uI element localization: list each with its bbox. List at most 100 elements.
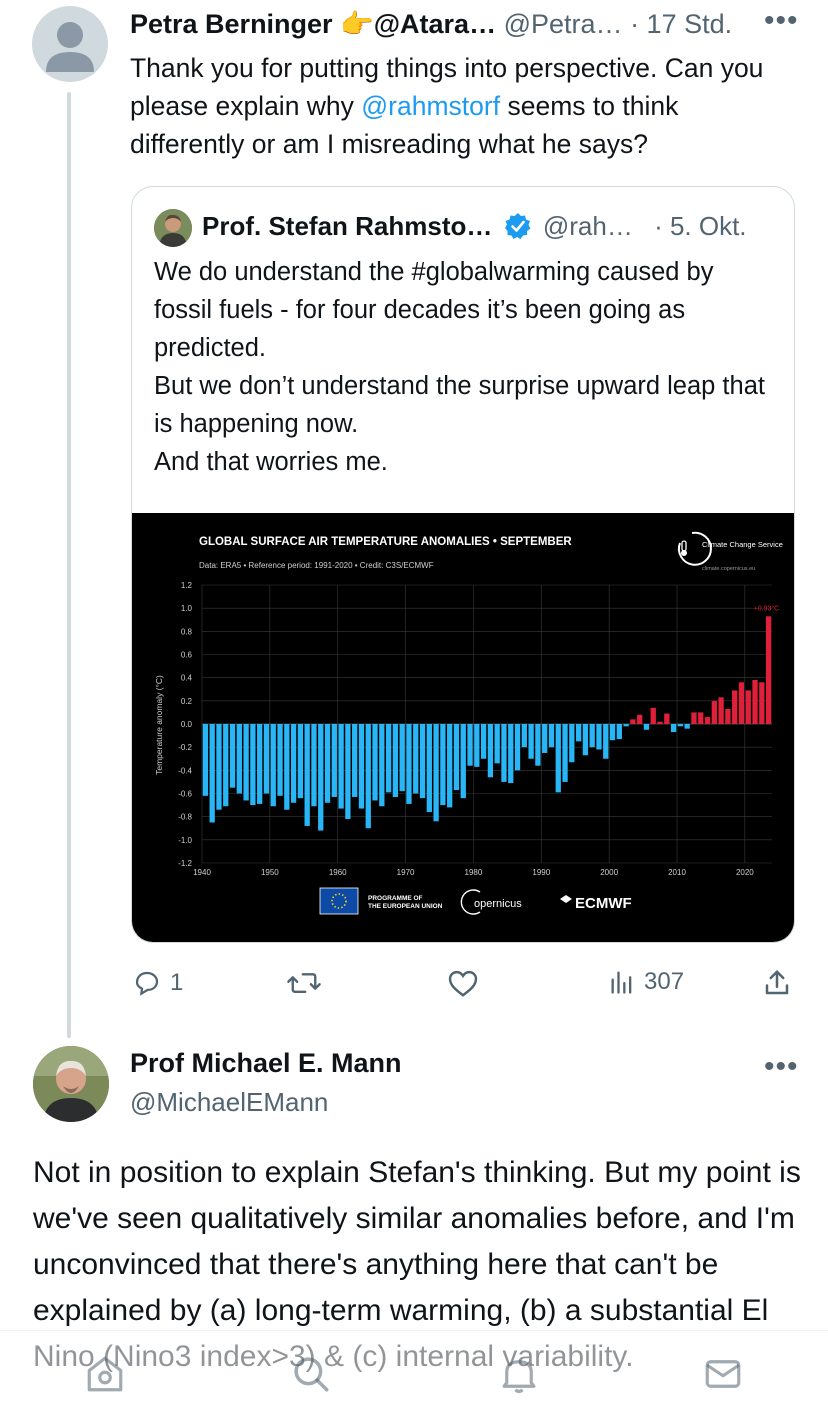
reply-tweet-header: Petra Berninger 👉@Atara… @Petra… · 17 St…: [130, 8, 732, 40]
messages-icon[interactable]: [702, 1353, 744, 1400]
chart-bar: [202, 724, 209, 796]
x-tick-label: 1980: [465, 868, 483, 877]
chart-bar: [433, 724, 439, 822]
chart-bar: [385, 724, 392, 793]
y-tick-label: 0.8: [181, 627, 193, 636]
share-button[interactable]: [762, 968, 792, 998]
chart-bar: [603, 724, 609, 759]
chart-bar: [528, 724, 534, 759]
chart-bar: [575, 724, 582, 742]
chart-bar: [345, 724, 351, 819]
chart-bar: [290, 724, 297, 803]
search-icon[interactable]: [290, 1353, 332, 1400]
y-tick-label: -0.6: [178, 790, 192, 799]
more-icon[interactable]: •••: [764, 4, 799, 38]
chart-bar: [372, 724, 378, 801]
chart-bar: [732, 690, 738, 724]
reply-display-name[interactable]: Petra Berninger: [130, 9, 333, 39]
chart-bar: [216, 724, 222, 810]
logo-text: Climate Change Service: [702, 540, 783, 549]
chart-bar: [474, 724, 480, 767]
reply-button[interactable]: 1: [132, 968, 183, 998]
x-tick-label: 2000: [600, 868, 618, 877]
ecmwf-logo: ECMWF: [560, 895, 632, 912]
chart-bar: [406, 724, 412, 804]
x-tick-label: 2020: [736, 868, 754, 877]
chart-bar: [569, 724, 575, 763]
x-tick-label: 1950: [261, 868, 279, 877]
default-avatar[interactable]: [32, 6, 108, 82]
views-button[interactable]: 307: [608, 968, 684, 996]
mann-display-name[interactable]: Prof Michael E. Mann: [130, 1048, 402, 1079]
chart-bar: [698, 712, 704, 724]
chart-bar: [643, 724, 650, 730]
chart-bar: [419, 724, 426, 799]
chart-bar: [623, 724, 629, 727]
chart-bar: [765, 616, 772, 724]
y-tick-labels: 1.2 1.0 0.8 0.6 0.4 0.2 0.0 -0.2 -0.4 -0.6 -0.8 -1.…: [178, 581, 192, 868]
y-tick-label: 0.6: [181, 651, 193, 660]
chart-bar: [535, 724, 541, 766]
chart-bar: [352, 724, 358, 797]
x-tick-label: 1960: [329, 868, 347, 877]
chart-bar: [521, 724, 527, 748]
home-icon[interactable]: [84, 1353, 126, 1400]
quoted-tweet-card[interactable]: Prof. Stefan Rahmsto… @rah… · 5. Okt. We…: [131, 186, 795, 943]
ecmwf-text: ECMWF: [575, 895, 632, 912]
y-tick-label: 0.4: [181, 674, 193, 683]
reply-icon: [135, 971, 159, 996]
chart-bar: [725, 708, 731, 724]
y-axis-label: Temperature anomaly (°C): [154, 675, 164, 775]
chart-image[interactable]: GLOBAL SURFACE AIR TEMPERATURE ANOMALIES…: [132, 513, 794, 942]
chart-bar: [263, 724, 270, 794]
quoted-handle: @rah…: [542, 211, 633, 241]
eu-programme-text: PROGRAMME OF THE EUROPEAN UNION: [368, 895, 443, 910]
share-icon: [765, 970, 789, 995]
chart-bar: [324, 724, 331, 803]
logo-url: climate.copernicus.eu: [702, 566, 755, 572]
chart-bar: [684, 724, 690, 729]
reply-time[interactable]: · 17 Std.: [630, 9, 732, 39]
mann-handle[interactable]: @MichaelEMann: [130, 1087, 328, 1118]
chart-bar: [379, 724, 385, 807]
chart-bar: [670, 724, 677, 733]
notifications-icon[interactable]: [498, 1353, 540, 1400]
chart-bar: [609, 724, 616, 741]
chart-bar: [277, 724, 283, 796]
retweet-button[interactable]: [286, 968, 322, 998]
chart-bar: [514, 724, 521, 771]
reply-name-suffix[interactable]: 👉@Atara…: [340, 9, 496, 39]
y-tick-label: -0.2: [178, 743, 192, 752]
chart-bar: [331, 724, 337, 797]
more-icon[interactable]: •••: [764, 1050, 799, 1084]
x-tick-label: 1940: [193, 868, 211, 877]
mann-avatar[interactable]: [33, 1046, 109, 1122]
chart-bar: [745, 690, 751, 724]
chart-bar: [657, 721, 663, 724]
chart-bar: [460, 724, 466, 799]
reply-tweet-text: Thank you for putting things into perspe…: [130, 49, 800, 163]
quoted-text: We do understand the #globalwarming caus…: [154, 253, 774, 481]
thread-connector-line: [67, 92, 71, 1038]
x-tick-label: 1970: [397, 868, 415, 877]
chart-subtitle: Data: ERA5 • Reference period: 1991-2020…: [199, 561, 434, 570]
tweet-actions: 1 307: [130, 968, 800, 1008]
chart-bar: [413, 724, 419, 794]
y-tick-label: -0.8: [178, 813, 192, 822]
chart-bar: [229, 724, 236, 788]
eu-flag-icon: [319, 887, 359, 915]
chart-bar: [616, 724, 622, 740]
chart-bar: [562, 724, 568, 782]
chart-bar: [480, 724, 487, 759]
reply-handle[interactable]: @Petra…: [504, 9, 623, 39]
chart-bar: [243, 724, 249, 801]
quoted-time: · 5. Okt.: [654, 211, 747, 241]
chart-bar: [508, 724, 514, 784]
chart-bar: [447, 724, 453, 808]
like-button[interactable]: [446, 968, 480, 998]
chart-bar: [358, 724, 365, 809]
mention-link[interactable]: @rahmstorf: [361, 91, 500, 121]
chart-bar: [467, 724, 473, 766]
chart-bar: [223, 724, 229, 807]
y-tick-label: -1.0: [178, 836, 192, 845]
